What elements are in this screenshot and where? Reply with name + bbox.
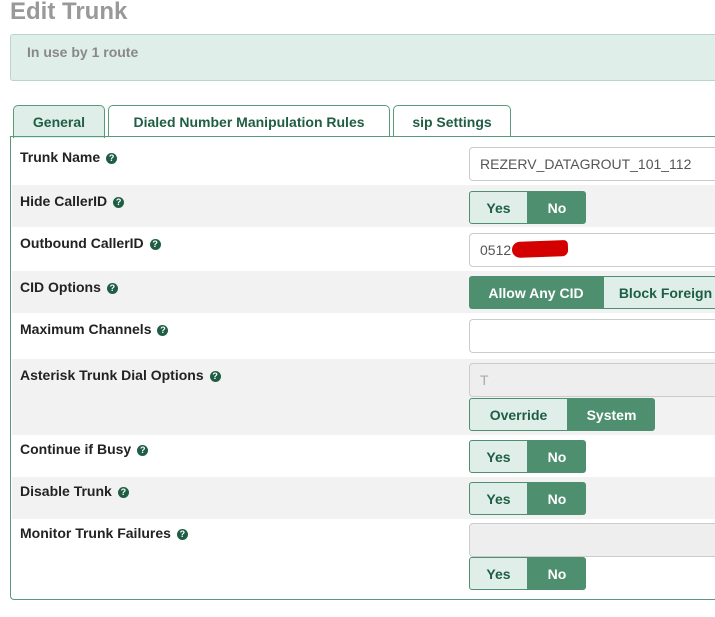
hide-callerid-yes-button[interactable]: Yes — [469, 191, 528, 224]
in-use-notice-text: In use by 1 route — [27, 44, 139, 60]
dial-options-label: Asterisk Trunk Dial Options? — [20, 367, 221, 383]
maximum-channels-input[interactable] — [469, 319, 715, 353]
trunk-name-row: Trunk Name? REZERV_DATAGROUT_101_112 — [12, 137, 715, 185]
trunk-name-label: Trunk Name? — [20, 149, 118, 165]
maximum-channels-row: Maximum Channels? — [12, 313, 715, 359]
help-icon[interactable]: ? — [176, 529, 188, 540]
hide-callerid-label-text: Hide CallerID — [20, 193, 108, 209]
help-icon[interactable]: ? — [117, 487, 129, 498]
outbound-callerid-row: Outbound CallerID? 0512 — [12, 227, 715, 271]
monitor-trunk-failures-toggle: Yes No — [469, 557, 586, 590]
monitor-trunk-failures-input — [469, 523, 715, 557]
help-icon[interactable]: ? — [106, 153, 118, 164]
monitor-trunk-failures-row: Monitor Trunk Failures? Yes No — [12, 519, 715, 599]
cid-options-label-text: CID Options — [20, 279, 101, 295]
monitor-trunk-failures-label: Monitor Trunk Failures? — [20, 525, 188, 541]
cid-options-row: CID Options? Allow Any CID Block Foreign — [12, 271, 715, 313]
continue-if-busy-label: Continue if Busy? — [20, 441, 149, 457]
block-foreign-button[interactable]: Block Foreign — [603, 276, 715, 309]
disable-trunk-toggle: Yes No — [469, 482, 586, 515]
disable-trunk-yes-button[interactable]: Yes — [469, 482, 528, 515]
help-icon[interactable]: ? — [106, 283, 118, 294]
trunk-name-label-text: Trunk Name — [20, 149, 101, 165]
allow-any-cid-button[interactable]: Allow Any CID — [469, 276, 603, 309]
dial-options-input: T — [469, 363, 715, 397]
help-icon[interactable]: ? — [209, 371, 221, 382]
hide-callerid-label: Hide CallerID? — [20, 193, 125, 209]
continue-if-busy-row: Continue if Busy? Yes No — [12, 435, 715, 477]
monitor-trunk-failures-label-text: Monitor Trunk Failures — [20, 525, 171, 541]
continue-if-busy-yes-button[interactable]: Yes — [469, 440, 528, 473]
disable-trunk-row: Disable Trunk? Yes No — [12, 477, 715, 519]
monitor-trunk-failures-no-button[interactable]: No — [528, 557, 586, 590]
dial-options-row: Asterisk Trunk Dial Options? T Override … — [12, 359, 715, 435]
help-icon[interactable]: ? — [137, 445, 149, 456]
dial-options-label-text: Asterisk Trunk Dial Options — [20, 367, 204, 383]
help-icon[interactable]: ? — [149, 239, 161, 250]
dial-options-override-button[interactable]: Override — [469, 398, 568, 431]
hide-callerid-toggle: Yes No — [469, 191, 586, 224]
in-use-notice: In use by 1 route — [10, 34, 715, 81]
maximum-channels-label: Maximum Channels? — [20, 321, 169, 337]
outbound-callerid-input[interactable]: 0512 — [469, 233, 715, 267]
tab-dialed-number-manipulation-rules[interactable]: Dialed Number Manipulation Rules — [108, 105, 390, 137]
disable-trunk-label-text: Disable Trunk — [20, 483, 112, 499]
disable-trunk-label: Disable Trunk? — [20, 483, 129, 499]
continue-if-busy-toggle: Yes No — [469, 440, 586, 473]
monitor-trunk-failures-yes-button[interactable]: Yes — [469, 557, 528, 590]
outbound-callerid-value: 0512 — [480, 242, 512, 258]
cid-options-toggle: Allow Any CID Block Foreign — [469, 276, 715, 309]
help-icon[interactable]: ? — [113, 197, 125, 208]
page-title: Edit Trunk — [10, 0, 128, 25]
trunk-name-input[interactable]: REZERV_DATAGROUT_101_112 — [469, 147, 715, 181]
redaction-mark — [511, 240, 569, 258]
dial-options-toggle: Override System — [469, 398, 655, 431]
tab-general[interactable]: General — [13, 105, 105, 138]
help-icon[interactable]: ? — [157, 325, 169, 336]
general-tab-panel: Trunk Name? REZERV_DATAGROUT_101_112 Hid… — [10, 136, 715, 600]
hide-callerid-no-button[interactable]: No — [528, 191, 586, 224]
tab-sip-settings[interactable]: sip Settings — [393, 105, 511, 137]
continue-if-busy-no-button[interactable]: No — [528, 440, 586, 473]
cid-options-label: CID Options? — [20, 279, 118, 295]
dial-options-system-button[interactable]: System — [568, 398, 655, 431]
outbound-callerid-label: Outbound CallerID? — [20, 235, 161, 251]
disable-trunk-no-button[interactable]: No — [528, 482, 586, 515]
continue-if-busy-label-text: Continue if Busy — [20, 441, 132, 457]
maximum-channels-label-text: Maximum Channels — [20, 321, 152, 337]
hide-callerid-row: Hide CallerID? Yes No — [12, 185, 715, 227]
outbound-callerid-label-text: Outbound CallerID — [20, 235, 144, 251]
